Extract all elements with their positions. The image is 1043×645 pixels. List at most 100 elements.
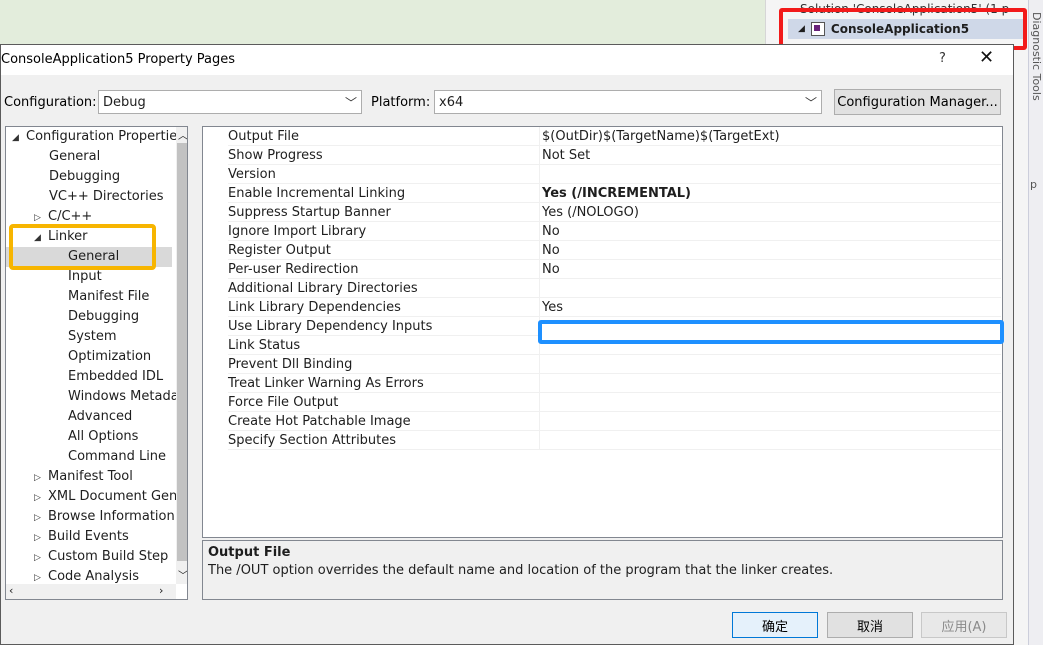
property-value[interactable]: $(OutDir)$(TargetName)$(TargetExt) <box>542 127 780 146</box>
tree-item-all-options[interactable]: All Options <box>68 427 138 447</box>
chevron-down-icon: ﹀ <box>804 96 817 110</box>
property-row[interactable]: Enable Incremental Linking Yes (/INCREMEN… <box>203 184 1002 203</box>
dialog-title: ConsoleApplication5 Property Pages <box>1 52 236 67</box>
platform-label: Platform: <box>371 95 431 110</box>
property-name: Ignore Import Library <box>228 224 367 239</box>
property-name: Register Output <box>228 243 331 258</box>
property-row[interactable]: Prevent Dll Binding <box>203 355 1002 374</box>
property-row[interactable]: Force File Output <box>203 393 1002 412</box>
property-value[interactable]: Yes <box>542 298 563 317</box>
property-value[interactable]: Not Set <box>542 146 590 165</box>
property-row[interactable]: Ignore Import Library No <box>203 222 1002 241</box>
tree-item-label: C/C++ <box>48 209 93 224</box>
property-row[interactable]: Suppress Startup Banner Yes (/NOLOGO) <box>203 203 1002 222</box>
property-row[interactable]: Version <box>203 165 1002 184</box>
property-row[interactable]: Show Progress Not Set <box>203 146 1002 165</box>
tree-item-general[interactable]: General <box>49 147 100 167</box>
expand-arrow-icon[interactable]: ▷ <box>34 528 48 548</box>
chevron-down-icon: ﹀ <box>344 96 357 110</box>
blue-highlight-box[interactable] <box>538 320 1004 344</box>
help-button[interactable]: ? <box>939 51 946 66</box>
expand-arrow-icon[interactable]: ▷ <box>34 488 48 508</box>
row-divider <box>228 449 1001 450</box>
property-value[interactable]: No <box>542 241 560 260</box>
configuration-label: Configuration: <box>4 95 97 110</box>
tree-item-label: Configuration Properties <box>26 129 184 144</box>
property-name: Use Library Dependency Inputs <box>228 319 433 334</box>
property-value[interactable]: Yes (/INCREMENTAL) <box>542 184 691 203</box>
property-value[interactable]: No <box>542 222 560 241</box>
property-row[interactable]: Specify Section Attributes <box>203 431 1002 450</box>
description-panel: Output File The /OUT option overrides th… <box>202 540 1003 600</box>
scroll-left-icon[interactable]: ‹ <box>9 584 13 597</box>
tree-item-custom-build-step[interactable]: ▷ Custom Build Step <box>34 547 168 567</box>
tree-item-manifest-tool[interactable]: ▷ Manifest Tool <box>34 467 133 487</box>
scroll-thumb[interactable] <box>177 143 187 561</box>
tree-item-advanced[interactable]: Advanced <box>68 407 132 427</box>
tree-item-label: Browse Information <box>48 509 175 524</box>
tree-vertical-scrollbar[interactable]: ︿ ﹀ <box>176 127 187 584</box>
property-name: Specify Section Attributes <box>228 433 397 448</box>
description-text: The /OUT option overrides the default na… <box>208 563 834 578</box>
property-name: Per-user Redirection <box>228 262 359 277</box>
property-name: Create Hot Patchable Image <box>228 414 411 429</box>
tree-item-label: XML Document Generator <box>48 489 187 504</box>
configuration-select[interactable]: Debug ﹀ <box>98 90 362 114</box>
tree-item-optimization[interactable]: Optimization <box>68 347 151 367</box>
property-row[interactable]: Create Hot Patchable Image <box>203 412 1002 431</box>
property-row[interactable]: Output File $(OutDir)$(TargetName)$(Targe… <box>203 127 1002 146</box>
tree-item-vc-directories[interactable]: VC++ Directories <box>49 187 164 207</box>
editor-area <box>0 0 765 45</box>
tree-item-label: Manifest Tool <box>48 469 133 484</box>
property-name: Treat Linker Warning As Errors <box>228 376 424 391</box>
property-name: Link Library Dependencies <box>228 300 401 315</box>
yellow-highlight-box <box>9 224 156 270</box>
ok-button[interactable]: 确定 <box>732 612 818 638</box>
property-name: Enable Incremental Linking <box>228 186 406 201</box>
diagnostic-tools-tab[interactable]: Diagnostic Tools <box>1030 12 1043 101</box>
scroll-down-icon[interactable]: ﹀ <box>178 567 187 582</box>
tree-item-xml-document[interactable]: ▷XML Document Generator <box>34 487 187 508</box>
property-row[interactable]: Per-user Redirection No <box>203 260 1002 279</box>
dialog-titlebar: ConsoleApplication5 Property Pages ? ✕ <box>1 45 1013 75</box>
tree-item-label: Code Analysis <box>48 569 139 584</box>
tree-item-build-events[interactable]: ▷ Build Events <box>34 527 129 547</box>
tree-item-windows-metadata[interactable]: Windows Metadata <box>68 387 187 407</box>
property-name: Prevent Dll Binding <box>228 357 353 372</box>
tree-item-manifest-file[interactable]: Manifest File <box>68 287 149 307</box>
tree-item-linker-debugging[interactable]: Debugging <box>68 307 139 327</box>
scroll-up-icon[interactable]: ︿ <box>178 127 187 142</box>
platform-value: x64 <box>439 94 464 110</box>
property-name: Additional Library Directories <box>228 281 418 296</box>
tree-item-label: Custom Build Step <box>48 549 169 564</box>
property-value[interactable]: No <box>542 260 560 279</box>
property-name: Output File <box>228 129 300 144</box>
property-row[interactable]: Register Output No <box>203 241 1002 260</box>
expand-arrow-icon[interactable]: ▷ <box>34 468 48 488</box>
expand-arrow-icon[interactable]: ▷ <box>34 548 48 568</box>
scroll-right-icon[interactable]: › <box>159 584 163 597</box>
apply-button[interactable]: 应用(A) <box>921 612 1007 638</box>
property-row[interactable]: Link Library Dependencies Yes <box>203 298 1002 317</box>
tree-item-configuration-properties[interactable]: ◢ Configuration Properties <box>12 127 184 147</box>
property-row[interactable]: Treat Linker Warning As Errors <box>203 374 1002 393</box>
category-tree[interactable]: ◢ Configuration Properties General Debugg… <box>5 126 188 600</box>
tree-item-command-line[interactable]: Command Line <box>68 447 166 467</box>
tree-horizontal-scrollbar[interactable]: ‹ › <box>6 584 176 599</box>
tree-item-browse-information[interactable]: ▷ Browse Information <box>34 507 175 527</box>
tree-item-debugging[interactable]: Debugging <box>49 167 120 187</box>
configuration-value: Debug <box>103 94 146 110</box>
property-name: Show Progress <box>228 148 323 163</box>
property-name: Force File Output <box>228 395 339 410</box>
expand-arrow-icon[interactable]: ▷ <box>34 508 48 528</box>
configuration-manager-button[interactable]: Configuration Manager... <box>834 89 1001 115</box>
tree-item-system[interactable]: System <box>68 327 116 347</box>
close-button[interactable]: ✕ <box>979 47 994 68</box>
property-value[interactable]: Yes (/NOLOGO) <box>542 203 639 222</box>
cancel-button[interactable]: 取消 <box>827 612 913 638</box>
tree-item-embedded-idl[interactable]: Embedded IDL <box>68 367 163 387</box>
property-row[interactable]: Additional Library Directories <box>203 279 1002 298</box>
collapse-arrow-icon[interactable]: ◢ <box>12 128 26 148</box>
tree-item-input[interactable]: Input <box>68 267 102 287</box>
platform-select[interactable]: x64 ﹀ <box>434 90 822 114</box>
